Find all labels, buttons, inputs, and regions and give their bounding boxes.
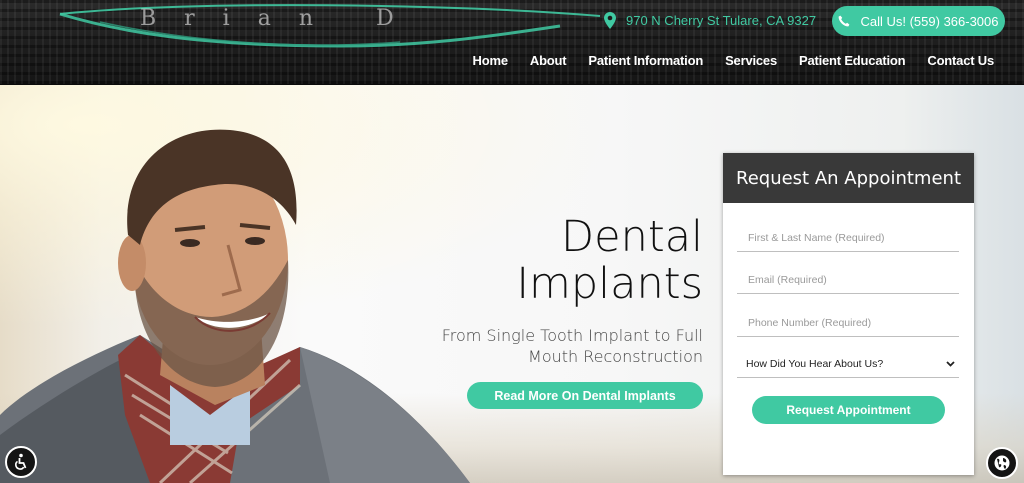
phone-icon [839,15,850,27]
referral-select-label: How Did You Hear About Us? [746,357,884,370]
nav-patient-education[interactable]: Patient Education [799,53,906,68]
call-label: Call Us! (559) 366-3006 [860,13,999,29]
accessibility-icon [15,453,27,470]
chevron-down-icon [946,360,955,367]
phone-field[interactable]: Phone Number (Required) [737,309,959,337]
headline-line-2: Implants [516,259,703,309]
accessibility-button[interactable] [5,446,37,478]
name-field[interactable]: First & Last Name (Required) [737,224,959,252]
hero-section: Dental Implants From Single Tooth Implan… [0,85,1024,483]
hero-portrait-image [0,129,470,483]
language-button[interactable] [986,447,1018,479]
hero-subtitle: From Single Tooth Implant to Full Mouth … [441,326,703,366]
nav-about[interactable]: About [530,53,567,68]
appointment-form: Request An Appointment First & Last Name… [723,153,974,475]
form-title: Request An Appointment [723,153,974,203]
main-nav: Home About Patient Information Services … [473,53,995,68]
header-address[interactable]: 970 N Cherry St Tulare, CA 9327 [604,12,816,29]
globe-icon [994,455,1010,471]
logo-text[interactable]: Brian D [140,6,422,31]
referral-select[interactable]: How Did You Hear About Us? [737,350,959,378]
address-text: 970 N Cherry St Tulare, CA 9327 [626,13,817,28]
headline-line-1: Dental [561,212,703,262]
nav-patient-information[interactable]: Patient Information [588,53,703,68]
map-pin-icon [604,12,616,29]
hero-headline: Dental Implants [516,214,703,308]
nav-home[interactable]: Home [473,53,509,68]
site-header: Brian D 970 N Cherry St Tulare, CA 9327 … [0,0,1024,85]
read-more-button[interactable]: Read More On Dental Implants [467,382,703,409]
request-appointment-button[interactable]: Request Appointment [752,396,945,424]
nav-contact-us[interactable]: Contact Us [927,53,994,68]
call-button[interactable]: Call Us! (559) 366-3006 [832,6,1005,36]
nav-services[interactable]: Services [725,53,777,68]
email-field[interactable]: Email (Required) [737,266,959,294]
